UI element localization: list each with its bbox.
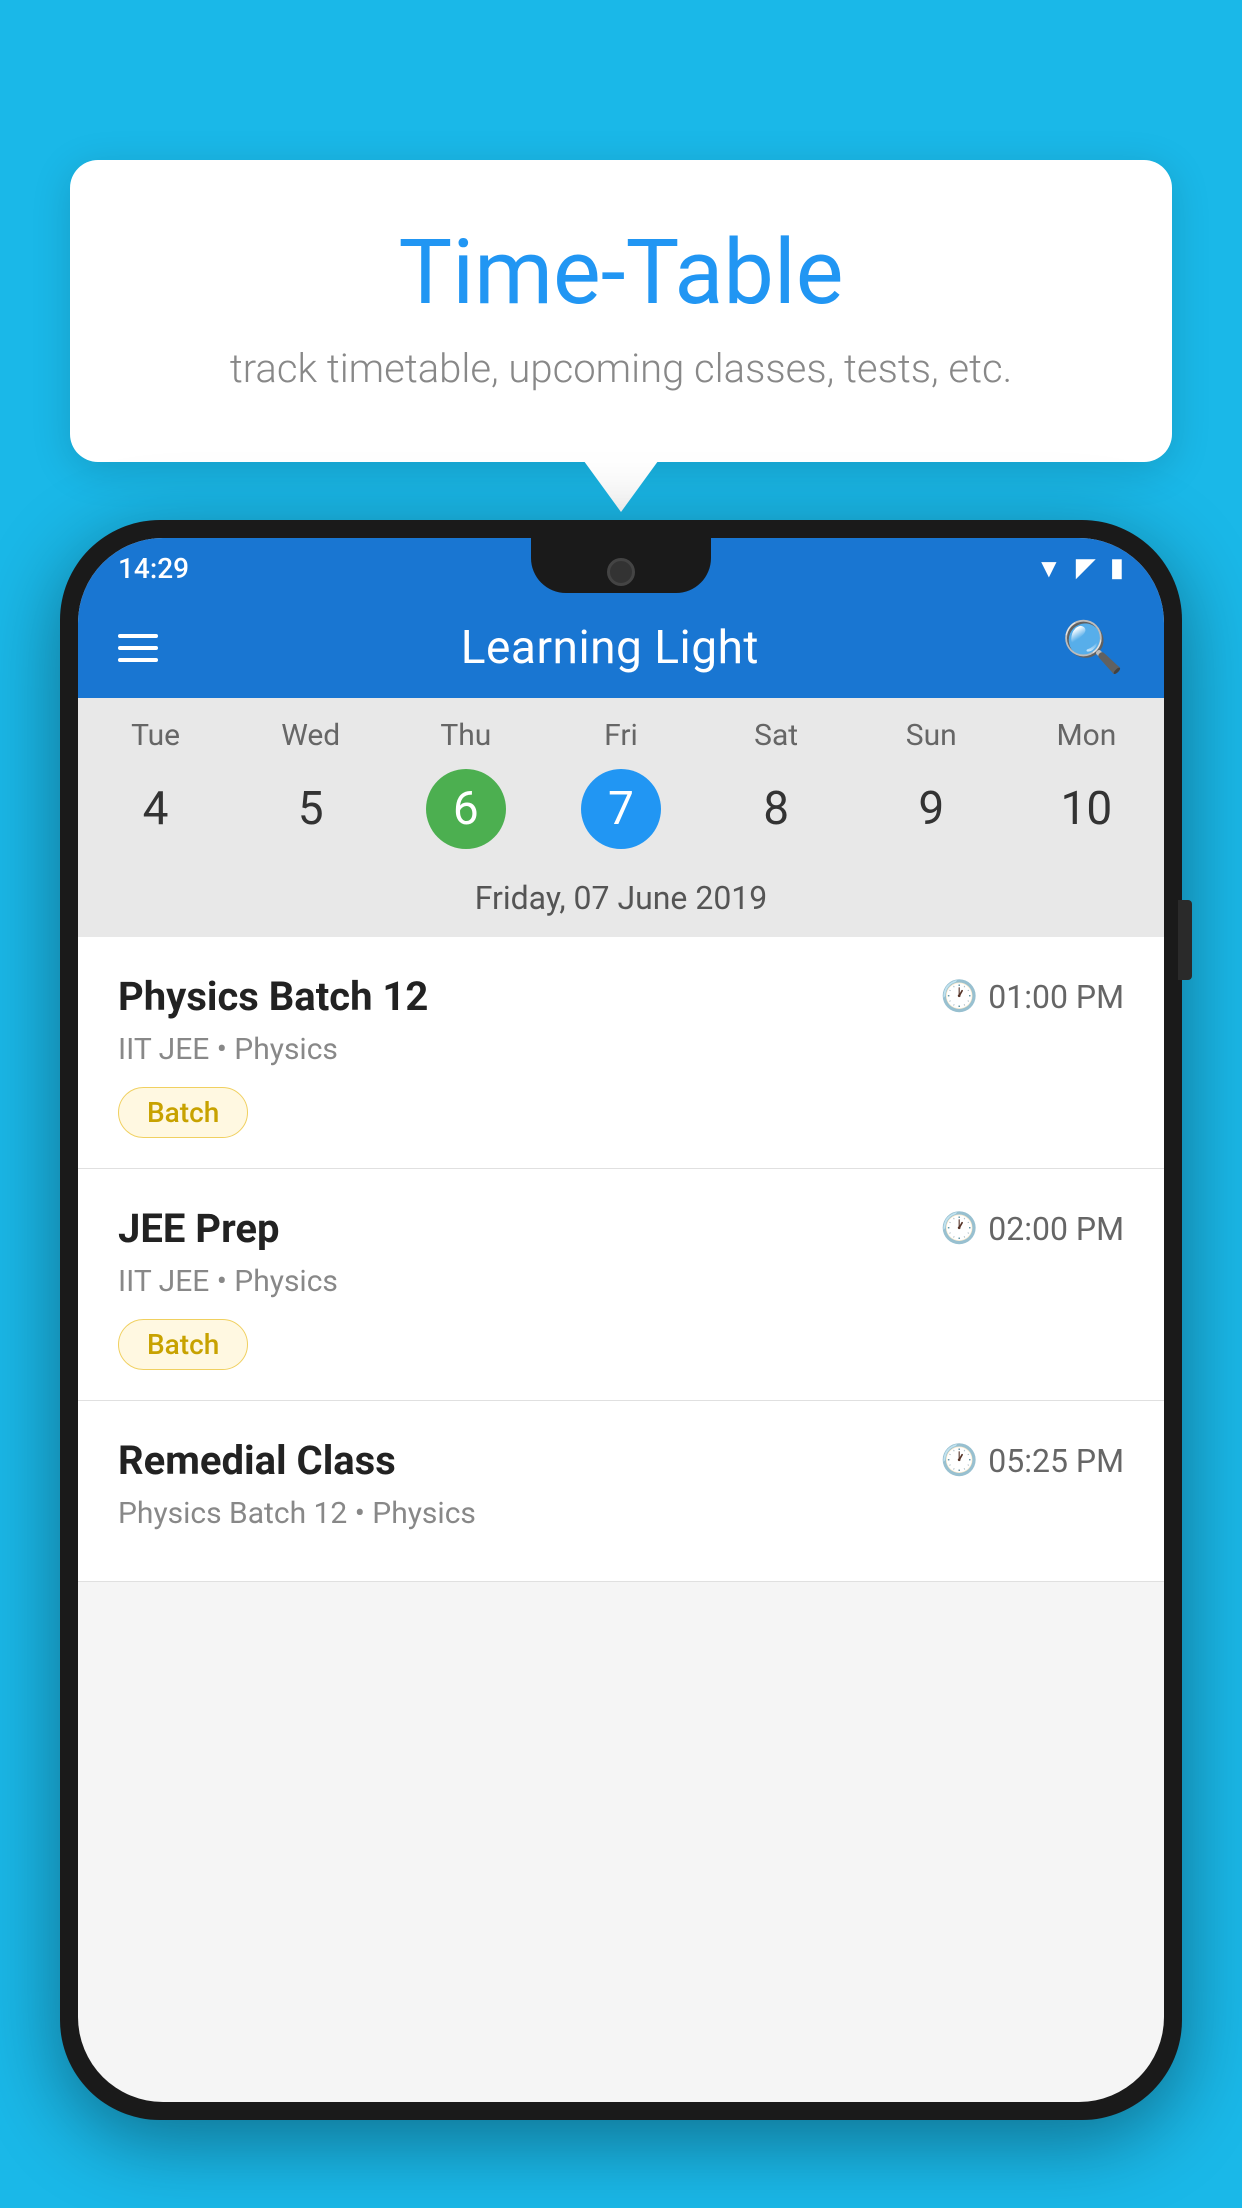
batch-badge: Batch xyxy=(118,1319,248,1370)
day-name-thu: Thu xyxy=(440,718,491,753)
batch-badge: Batch xyxy=(118,1087,248,1138)
signal-icon: ◤ xyxy=(1076,553,1096,583)
day-name-sat: Sat xyxy=(754,718,798,753)
day-name-tue: Tue xyxy=(131,718,180,753)
clock-icon: 🕐 xyxy=(941,1211,978,1246)
app-title: Learning Light xyxy=(461,621,759,675)
wifi-icon: ▼ xyxy=(1036,553,1062,584)
phone-screen: 14:29 ▼ ◤ ▮ Learning Light 🔍 xyxy=(78,538,1164,2102)
tooltip-title: Time-Table xyxy=(150,220,1092,325)
calendar-day-tue[interactable]: Tue 4 xyxy=(86,718,226,869)
phone-mockup: 14:29 ▼ ◤ ▮ Learning Light 🔍 xyxy=(60,520,1182,2208)
day-num-tue: 4 xyxy=(116,769,196,849)
day-num-wed: 5 xyxy=(271,769,351,849)
calendar-day-wed[interactable]: Wed 5 xyxy=(241,718,381,869)
day-num-thu: 6 xyxy=(426,769,506,849)
class-name: Physics Batch 12 xyxy=(118,973,428,1020)
class-time: 🕐 01:00 PM xyxy=(941,978,1124,1016)
phone-outer: 14:29 ▼ ◤ ▮ Learning Light 🔍 xyxy=(60,520,1182,2120)
day-name-fri: Fri xyxy=(604,718,638,753)
class-time: 🕐 02:00 PM xyxy=(941,1210,1124,1248)
day-num-sun: 9 xyxy=(891,769,971,849)
tooltip-card: Time-Table track timetable, upcoming cla… xyxy=(70,160,1172,462)
clock-icon: 🕐 xyxy=(941,979,978,1014)
day-name-mon: Mon xyxy=(1056,718,1116,753)
hamburger-line xyxy=(118,658,158,662)
status-icons: ▼ ◤ ▮ xyxy=(1036,553,1124,584)
tooltip-subtitle: track timetable, upcoming classes, tests… xyxy=(150,345,1092,392)
class-subtitle: Physics Batch 12 • Physics xyxy=(118,1496,1124,1531)
search-icon[interactable]: 🔍 xyxy=(1062,619,1124,677)
hamburger-line xyxy=(118,634,158,638)
class-item-header: Remedial Class 🕐 05:25 PM xyxy=(118,1437,1124,1484)
class-list: Physics Batch 12 🕐 01:00 PM IIT JEE • Ph… xyxy=(78,937,1164,1582)
phone-camera xyxy=(607,558,635,586)
class-item-header: Physics Batch 12 🕐 01:00 PM xyxy=(118,973,1124,1020)
clock-icon: 🕐 xyxy=(941,1443,978,1478)
class-item-physics-batch[interactable]: Physics Batch 12 🕐 01:00 PM IIT JEE • Ph… xyxy=(78,937,1164,1169)
day-name-wed: Wed xyxy=(281,718,340,753)
class-item-header: JEE Prep 🕐 02:00 PM xyxy=(118,1205,1124,1252)
calendar-day-mon[interactable]: Mon 10 xyxy=(1016,718,1156,869)
status-time: 14:29 xyxy=(118,552,189,585)
day-num-sat: 8 xyxy=(736,769,816,849)
calendar-day-sun[interactable]: Sun 9 xyxy=(861,718,1001,869)
calendar-day-thu[interactable]: Thu 6 xyxy=(396,718,536,869)
class-item-remedial[interactable]: Remedial Class 🕐 05:25 PM Physics Batch … xyxy=(78,1401,1164,1582)
class-time: 🕐 05:25 PM xyxy=(941,1442,1124,1480)
class-subtitle: IIT JEE • Physics xyxy=(118,1264,1124,1299)
calendar-day-fri[interactable]: Fri 7 xyxy=(551,718,691,869)
class-name: Remedial Class xyxy=(118,1437,396,1484)
day-name-sun: Sun xyxy=(906,718,957,753)
side-button xyxy=(1178,900,1192,980)
hamburger-menu-icon[interactable] xyxy=(118,634,158,662)
calendar-day-sat[interactable]: Sat 8 xyxy=(706,718,846,869)
class-subtitle: IIT JEE • Physics xyxy=(118,1032,1124,1067)
calendar-week: Tue 4 Wed 5 Thu 6 Fri 7 xyxy=(78,698,1164,869)
selected-date-label: Friday, 07 June 2019 xyxy=(78,869,1164,937)
battery-icon: ▮ xyxy=(1110,553,1124,583)
app-header: Learning Light 🔍 xyxy=(78,598,1164,698)
day-num-mon: 10 xyxy=(1046,769,1126,849)
phone-notch xyxy=(531,538,711,593)
class-name: JEE Prep xyxy=(118,1205,279,1252)
class-item-jee-prep[interactable]: JEE Prep 🕐 02:00 PM IIT JEE • Physics Ba… xyxy=(78,1169,1164,1401)
hamburger-line xyxy=(118,646,158,650)
day-num-fri: 7 xyxy=(581,769,661,849)
